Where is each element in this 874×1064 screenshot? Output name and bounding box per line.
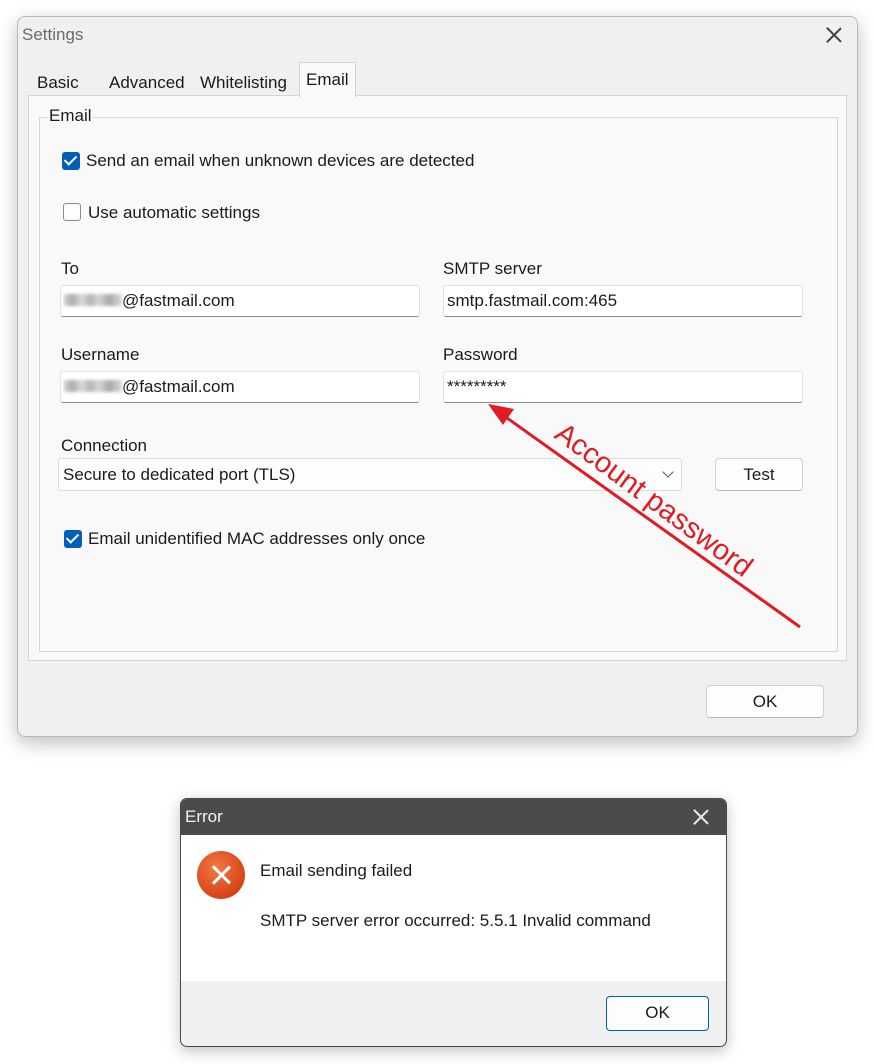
- connection-label: Connection: [61, 436, 148, 455]
- error-heading: Email sending failed: [260, 861, 413, 880]
- error-titlebar: Error: [181, 799, 726, 835]
- connection-select[interactable]: Secure to dedicated port (TLS): [58, 458, 682, 491]
- error-ok-button[interactable]: OK: [606, 996, 709, 1031]
- close-icon[interactable]: [691, 807, 711, 827]
- tab-email[interactable]: Email: [299, 62, 356, 98]
- close-icon[interactable]: [824, 25, 844, 45]
- auto-settings-label: Use automatic settings: [88, 203, 260, 222]
- password-field[interactable]: *********: [443, 371, 803, 403]
- redacted-blur: [64, 380, 122, 393]
- connection-selected-value: Secure to dedicated port (TLS): [63, 465, 296, 484]
- error-message: SMTP server error occurred: 5.5.1 Invali…: [260, 911, 651, 930]
- send-email-checkbox[interactable]: [62, 152, 80, 170]
- error-icon: [197, 851, 245, 899]
- ok-button[interactable]: OK: [706, 685, 824, 718]
- username-field[interactable]: @fastmail.com: [60, 371, 420, 403]
- error-title: Error: [185, 807, 223, 826]
- smtp-server-field[interactable]: smtp.fastmail.com:465: [443, 285, 803, 317]
- window-title: Settings: [22, 25, 84, 44]
- to-value: @fastmail.com: [122, 291, 235, 310]
- to-label: To: [61, 259, 79, 278]
- redacted-blur: [64, 294, 122, 307]
- username-label: Username: [61, 345, 140, 364]
- to-field[interactable]: @fastmail.com: [60, 285, 420, 317]
- send-email-label: Send an email when unknown devices are d…: [86, 151, 475, 170]
- error-body: Email sending failed SMTP server error o…: [181, 835, 726, 981]
- error-dialog: Error Email sending failed SMTP server e…: [180, 798, 727, 1047]
- settings-window: Settings Basic Advanced Whitelisting Ema…: [17, 16, 858, 737]
- auto-settings-checkbox[interactable]: [63, 203, 81, 221]
- group-legend: Email: [48, 106, 93, 126]
- smtp-server-label: SMTP server: [443, 259, 542, 278]
- email-once-label: Email unidentified MAC addresses only on…: [88, 529, 426, 548]
- email-once-checkbox[interactable]: [64, 530, 82, 548]
- chevron-down-icon: [662, 466, 674, 478]
- password-label: Password: [443, 345, 518, 364]
- username-value: @fastmail.com: [122, 377, 235, 396]
- test-button[interactable]: Test: [715, 458, 803, 491]
